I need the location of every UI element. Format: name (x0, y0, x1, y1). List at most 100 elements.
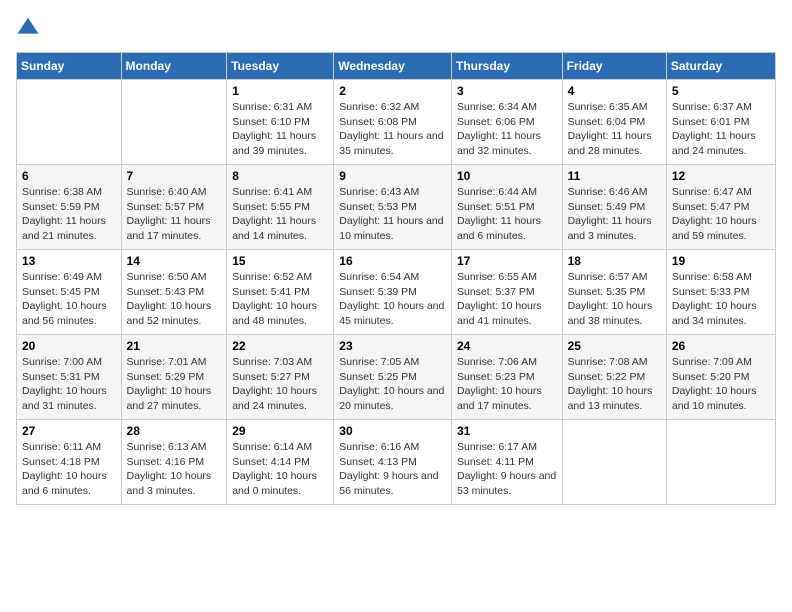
day-number: 9 (339, 169, 446, 183)
day-info: Sunrise: 6:52 AM Sunset: 5:41 PM Dayligh… (232, 270, 328, 329)
calendar-cell (121, 80, 227, 165)
calendar-cell: 3 Sunrise: 6:34 AM Sunset: 6:06 PM Daylig… (451, 80, 562, 165)
day-number: 12 (672, 169, 770, 183)
day-info: Sunrise: 6:35 AM Sunset: 6:04 PM Dayligh… (568, 100, 661, 159)
day-number: 17 (457, 254, 557, 268)
day-number: 23 (339, 339, 446, 353)
calendar-cell: 15Sunrise: 6:52 AM Sunset: 5:41 PM Dayli… (227, 250, 334, 335)
calendar-week-row: 27 Sunrise: 6:11 AM Sunset: 4:18 PM Dayli… (17, 420, 776, 505)
calendar-cell: 9 Sunrise: 6:43 AM Sunset: 5:53 PM Daylig… (334, 165, 452, 250)
calendar-cell (562, 420, 666, 505)
day-info: Sunrise: 7:09 AM Sunset: 5:20 PM Dayligh… (672, 355, 770, 414)
day-number: 4 (568, 84, 661, 98)
day-number: 19 (672, 254, 770, 268)
day-info: Sunrise: 6:58 AM Sunset: 5:33 PM Dayligh… (672, 270, 770, 329)
calendar-cell: 25 Sunrise: 7:08 AM Sunset: 5:22 PM Dayli… (562, 335, 666, 420)
day-header-sunday: Sunday (17, 53, 122, 80)
day-number: 24 (457, 339, 557, 353)
day-header-saturday: Saturday (666, 53, 775, 80)
day-number: 5 (672, 84, 770, 98)
day-info: Sunrise: 6:17 AM Sunset: 4:11 PM Dayligh… (457, 440, 557, 499)
calendar-cell: 24 Sunrise: 7:06 AM Sunset: 5:23 PM Dayli… (451, 335, 562, 420)
calendar-cell: 11 Sunrise: 6:46 AM Sunset: 5:49 PM Dayli… (562, 165, 666, 250)
calendar-cell: 18 Sunrise: 6:57 AM Sunset: 5:35 PM Dayli… (562, 250, 666, 335)
day-number: 2 (339, 84, 446, 98)
day-info: Sunrise: 6:16 AM Sunset: 4:13 PM Dayligh… (339, 440, 446, 499)
calendar-cell: 20 Sunrise: 7:00 AM Sunset: 5:31 PM Dayli… (17, 335, 122, 420)
day-info: Sunrise: 6:14 AM Sunset: 4:14 PM Dayligh… (232, 440, 328, 499)
day-info: Sunrise: 7:03 AM Sunset: 5:27 PM Dayligh… (232, 355, 328, 414)
day-number: 29 (232, 424, 328, 438)
day-info: Sunrise: 6:49 AM Sunset: 5:45 PM Dayligh… (22, 270, 116, 329)
day-number: 13 (22, 254, 116, 268)
header (16, 16, 776, 40)
day-number: 28 (127, 424, 222, 438)
day-info: Sunrise: 6:13 AM Sunset: 4:16 PM Dayligh… (127, 440, 222, 499)
day-header-wednesday: Wednesday (334, 53, 452, 80)
day-header-monday: Monday (121, 53, 227, 80)
day-info: Sunrise: 6:46 AM Sunset: 5:49 PM Dayligh… (568, 185, 661, 244)
calendar-cell: 23Sunrise: 7:05 AM Sunset: 5:25 PM Dayli… (334, 335, 452, 420)
day-info: Sunrise: 6:11 AM Sunset: 4:18 PM Dayligh… (22, 440, 116, 499)
day-number: 16 (339, 254, 446, 268)
day-info: Sunrise: 6:38 AM Sunset: 5:59 PM Dayligh… (22, 185, 116, 244)
day-info: Sunrise: 7:00 AM Sunset: 5:31 PM Dayligh… (22, 355, 116, 414)
day-info: Sunrise: 6:57 AM Sunset: 5:35 PM Dayligh… (568, 270, 661, 329)
calendar-cell: 26 Sunrise: 7:09 AM Sunset: 5:20 PM Dayli… (666, 335, 775, 420)
calendar-cell: 4 Sunrise: 6:35 AM Sunset: 6:04 PM Daylig… (562, 80, 666, 165)
day-header-tuesday: Tuesday (227, 53, 334, 80)
day-number: 30 (339, 424, 446, 438)
day-number: 6 (22, 169, 116, 183)
day-info: Sunrise: 7:08 AM Sunset: 5:22 PM Dayligh… (568, 355, 661, 414)
calendar-cell: 29 Sunrise: 6:14 AM Sunset: 4:14 PM Dayli… (227, 420, 334, 505)
calendar-cell: 6 Sunrise: 6:38 AM Sunset: 5:59 PM Daylig… (17, 165, 122, 250)
calendar-cell: 28 Sunrise: 6:13 AM Sunset: 4:16 PM Dayli… (121, 420, 227, 505)
calendar-cell: 22 Sunrise: 7:03 AM Sunset: 5:27 PM Dayli… (227, 335, 334, 420)
day-info: Sunrise: 6:55 AM Sunset: 5:37 PM Dayligh… (457, 270, 557, 329)
day-number: 10 (457, 169, 557, 183)
calendar-cell: 5 Sunrise: 6:37 AM Sunset: 6:01 PM Daylig… (666, 80, 775, 165)
day-info: Sunrise: 6:43 AM Sunset: 5:53 PM Dayligh… (339, 185, 446, 244)
calendar-table: SundayMondayTuesdayWednesdayThursdayFrid… (16, 52, 776, 505)
day-info: Sunrise: 6:37 AM Sunset: 6:01 PM Dayligh… (672, 100, 770, 159)
calendar-cell (666, 420, 775, 505)
day-info: Sunrise: 6:50 AM Sunset: 5:43 PM Dayligh… (127, 270, 222, 329)
logo (16, 16, 44, 40)
day-info: Sunrise: 6:54 AM Sunset: 5:39 PM Dayligh… (339, 270, 446, 329)
day-number: 26 (672, 339, 770, 353)
day-info: Sunrise: 6:41 AM Sunset: 5:55 PM Dayligh… (232, 185, 328, 244)
day-info: Sunrise: 6:34 AM Sunset: 6:06 PM Dayligh… (457, 100, 557, 159)
calendar-cell: 10 Sunrise: 6:44 AM Sunset: 5:51 PM Dayli… (451, 165, 562, 250)
calendar-cell: 12 Sunrise: 6:47 AM Sunset: 5:47 PM Dayli… (666, 165, 775, 250)
day-header-friday: Friday (562, 53, 666, 80)
day-number: 18 (568, 254, 661, 268)
calendar-week-row: 13 Sunrise: 6:49 AM Sunset: 5:45 PM Dayli… (17, 250, 776, 335)
day-number: 20 (22, 339, 116, 353)
day-number: 21 (127, 339, 222, 353)
day-number: 7 (127, 169, 222, 183)
calendar-header-row: SundayMondayTuesdayWednesdayThursdayFrid… (17, 53, 776, 80)
day-number: 31 (457, 424, 557, 438)
calendar-cell: 8Sunrise: 6:41 AM Sunset: 5:55 PM Daylig… (227, 165, 334, 250)
calendar-week-row: 1Sunrise: 6:31 AM Sunset: 6:10 PM Daylig… (17, 80, 776, 165)
calendar-cell: 31 Sunrise: 6:17 AM Sunset: 4:11 PM Dayli… (451, 420, 562, 505)
day-info: Sunrise: 6:47 AM Sunset: 5:47 PM Dayligh… (672, 185, 770, 244)
calendar-cell: 21Sunrise: 7:01 AM Sunset: 5:29 PM Dayli… (121, 335, 227, 420)
day-number: 25 (568, 339, 661, 353)
day-info: Sunrise: 7:06 AM Sunset: 5:23 PM Dayligh… (457, 355, 557, 414)
day-number: 3 (457, 84, 557, 98)
day-number: 14 (127, 254, 222, 268)
day-info: Sunrise: 6:44 AM Sunset: 5:51 PM Dayligh… (457, 185, 557, 244)
calendar-week-row: 6 Sunrise: 6:38 AM Sunset: 5:59 PM Daylig… (17, 165, 776, 250)
day-info: Sunrise: 6:32 AM Sunset: 6:08 PM Dayligh… (339, 100, 446, 159)
calendar-week-row: 20 Sunrise: 7:00 AM Sunset: 5:31 PM Dayli… (17, 335, 776, 420)
calendar-cell (17, 80, 122, 165)
day-number: 27 (22, 424, 116, 438)
calendar-cell: 7Sunrise: 6:40 AM Sunset: 5:57 PM Daylig… (121, 165, 227, 250)
calendar-cell: 1Sunrise: 6:31 AM Sunset: 6:10 PM Daylig… (227, 80, 334, 165)
day-number: 11 (568, 169, 661, 183)
calendar-cell: 27 Sunrise: 6:11 AM Sunset: 4:18 PM Dayli… (17, 420, 122, 505)
day-number: 22 (232, 339, 328, 353)
logo-icon (16, 16, 40, 40)
calendar-cell: 30 Sunrise: 6:16 AM Sunset: 4:13 PM Dayli… (334, 420, 452, 505)
